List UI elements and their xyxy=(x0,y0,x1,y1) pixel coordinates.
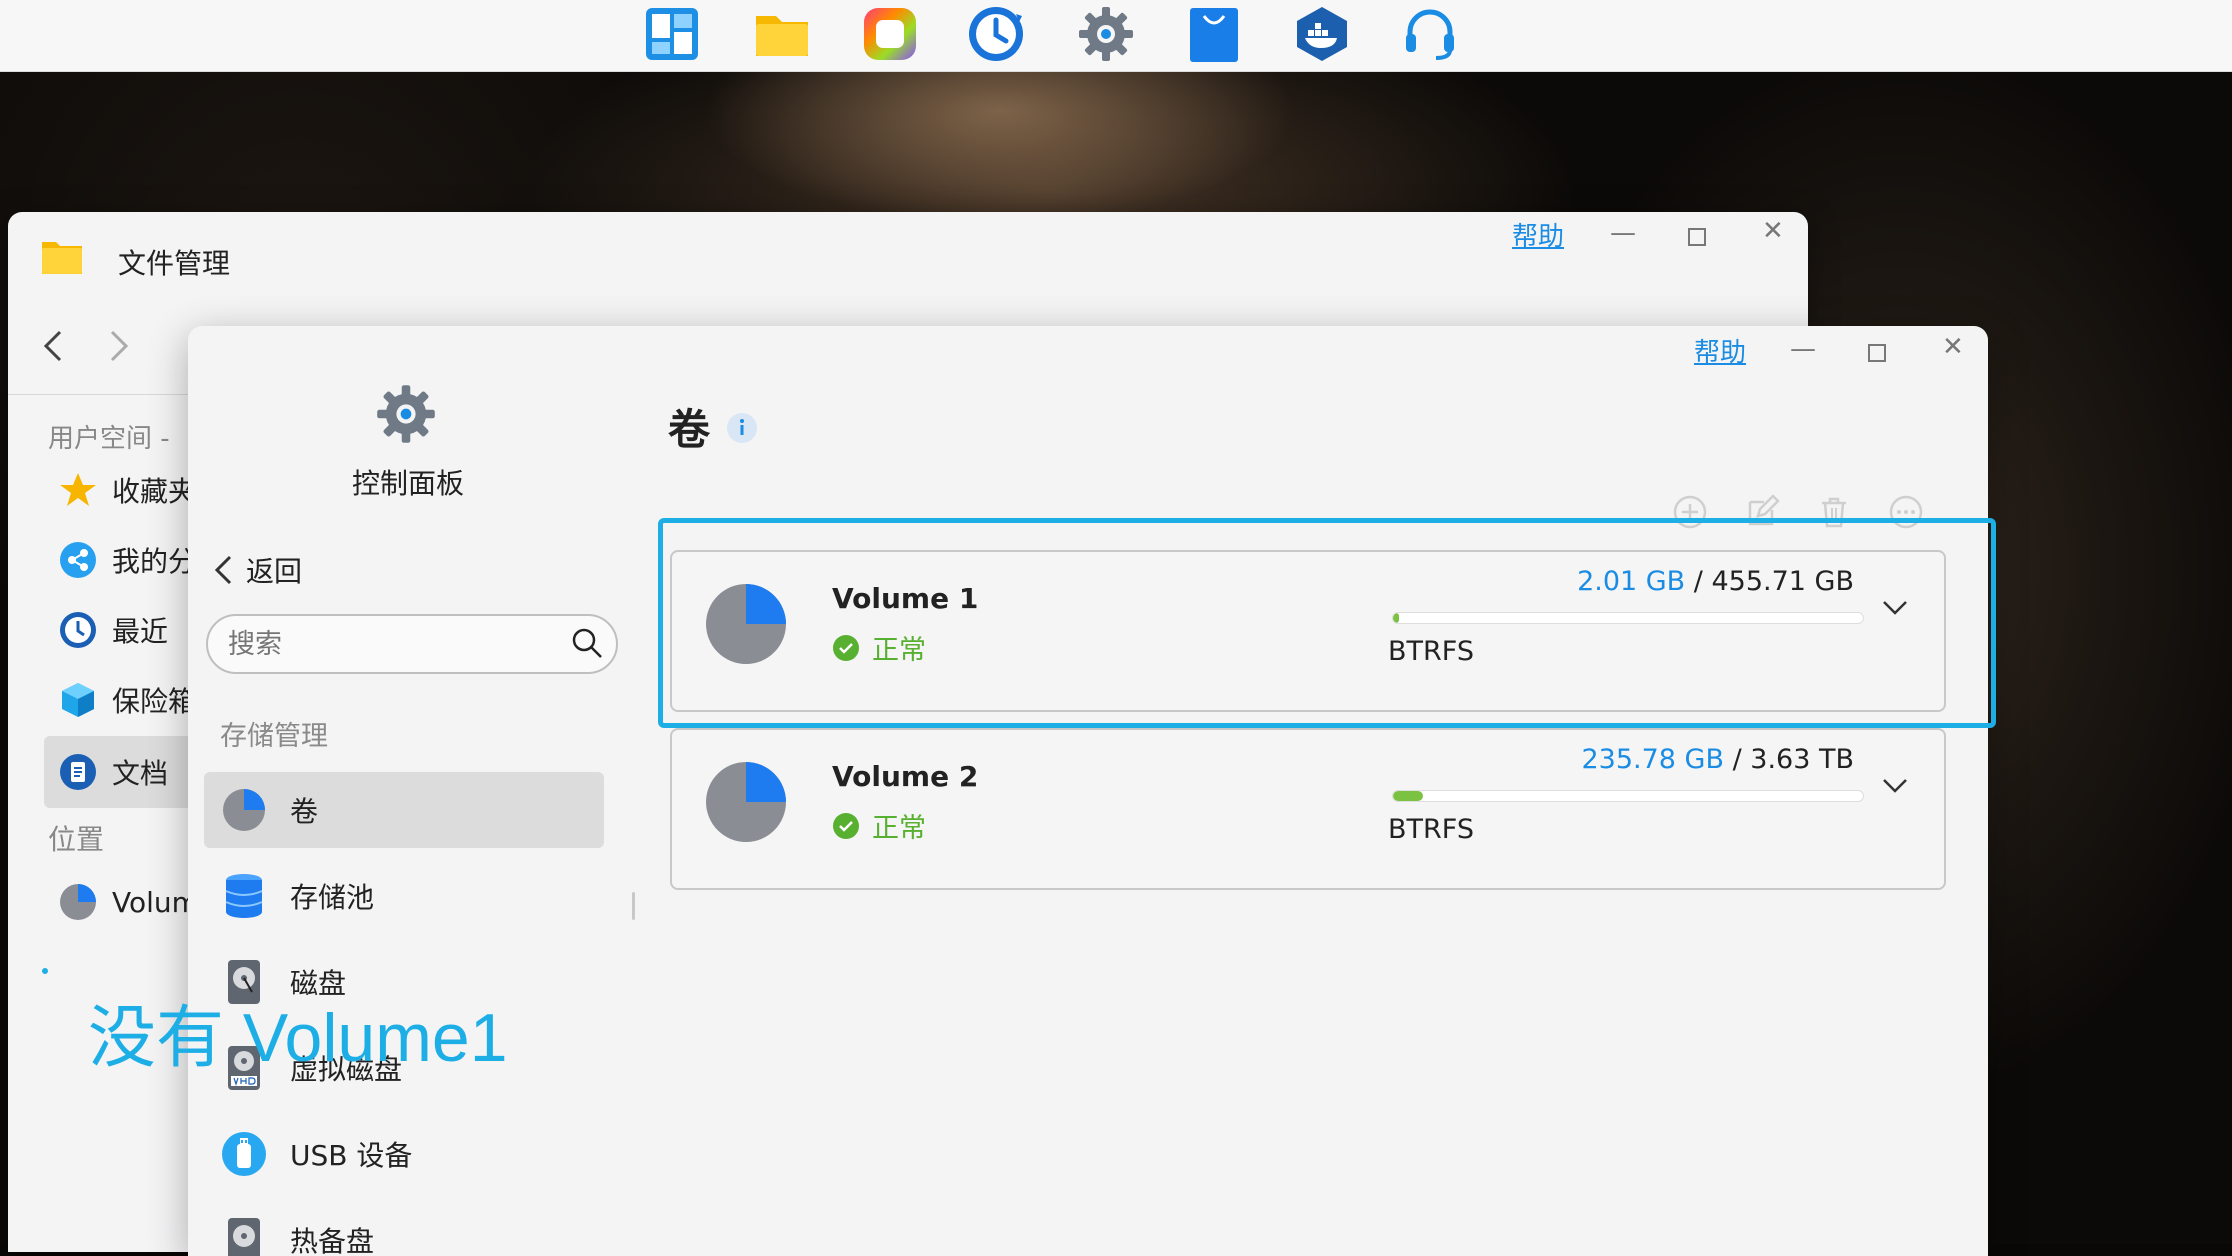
app-store-bag-icon[interactable] xyxy=(1184,4,1244,64)
sidebar-item-usb[interactable]: USB 设备 xyxy=(204,1116,604,1192)
app-center-icon[interactable] xyxy=(642,4,702,64)
control-panel-title: 控制面板 xyxy=(352,467,465,500)
help-link[interactable]: 帮助 xyxy=(1512,216,1564,253)
section-location: 位置 xyxy=(48,823,105,856)
control-panel-gear-icon xyxy=(374,382,438,446)
used-value: 235.78 GB xyxy=(1581,744,1725,775)
top-dock xyxy=(0,0,2232,72)
help-link[interactable]: 帮助 xyxy=(1694,332,1746,369)
highlight-box xyxy=(658,518,1996,728)
nav-label: 保险箱 xyxy=(112,685,197,718)
back-label: 返回 xyxy=(246,555,303,588)
nav-item-safe-box[interactable]: 保险箱 xyxy=(58,672,196,728)
sidebar-label: 热备盘 xyxy=(290,1225,375,1256)
nav-item-my-shares[interactable]: 我的分 xyxy=(58,532,196,588)
window-title: 文件管理 xyxy=(118,247,231,280)
status-label: 正常 xyxy=(872,813,926,844)
sidebar-label: 存储池 xyxy=(290,881,375,914)
close-button[interactable]: ✕ xyxy=(1942,332,1964,362)
volume-pie-icon xyxy=(706,762,786,842)
sidebar-item-volume[interactable]: 卷 xyxy=(204,772,604,848)
sidebar-item-storage-pool[interactable]: 存储池 xyxy=(204,858,604,934)
search-icon[interactable] xyxy=(570,626,604,660)
sidebar-label: 卷 xyxy=(290,795,319,828)
cube-icon xyxy=(62,683,94,717)
usb-drive-icon xyxy=(222,1132,266,1176)
maximize-button[interactable] xyxy=(1688,228,1706,246)
usage-separator: / xyxy=(1724,744,1751,775)
filesystem-label: BTRFS xyxy=(1388,814,1474,845)
clock-icon xyxy=(60,612,96,648)
photos-icon[interactable] xyxy=(860,4,920,64)
minimize-button[interactable]: — xyxy=(1790,334,1816,364)
sidebar-label: USB 设备 xyxy=(290,1139,413,1172)
document-icon xyxy=(60,754,96,790)
volume-usage: 235.78 GB / 3.63 TB xyxy=(1582,744,1855,775)
forward-arrow-icon[interactable] xyxy=(108,328,132,364)
search-box xyxy=(206,614,618,674)
nav-item-documents[interactable]: 文档 xyxy=(58,744,168,800)
search-input[interactable] xyxy=(226,624,550,664)
nav-label: 最近 xyxy=(112,615,169,648)
sidebar-item-hot-spare[interactable]: 热备盘 xyxy=(204,1202,604,1256)
usage-bar-fill xyxy=(1393,791,1423,801)
info-icon[interactable] xyxy=(726,412,758,444)
nav-label: 我的分 xyxy=(112,545,197,578)
support-headset-icon[interactable] xyxy=(1400,4,1460,64)
check-circle-icon xyxy=(833,812,859,839)
volume-pie-icon xyxy=(60,884,96,920)
page-title: 卷 xyxy=(668,405,711,454)
database-icon xyxy=(225,874,263,918)
chevron-down-icon[interactable] xyxy=(1880,770,1910,800)
volume-pie-icon xyxy=(223,789,265,831)
nav-label: 文档 xyxy=(112,757,169,790)
backup-clock-icon[interactable] xyxy=(966,4,1026,64)
section-user-space: 用户空间 - xyxy=(48,424,170,454)
minimize-button[interactable]: — xyxy=(1610,218,1636,248)
nav-item-recent[interactable]: 最近 xyxy=(58,602,168,658)
hot-spare-disk-icon xyxy=(228,1218,260,1256)
volume-name: Volume 2 xyxy=(832,760,979,793)
nav-item-volume[interactable]: Volum xyxy=(58,874,199,930)
section-storage: 存储管理 xyxy=(220,721,328,752)
volume-card-2[interactable]: Volume 2 正常 235.78 GB / 3.63 TB BTRFS xyxy=(670,728,1946,890)
close-button[interactable]: ✕ xyxy=(1762,216,1784,246)
share-icon xyxy=(60,542,96,578)
chevron-left-icon xyxy=(214,555,232,585)
volume-status: 正常 xyxy=(832,806,926,845)
total-value: 3.63 TB xyxy=(1750,744,1854,775)
annotation-text: 没有 Volume1 xyxy=(88,1000,508,1076)
annotation-dot xyxy=(42,968,48,974)
control-panel-window: 帮助 — ✕ 控制面板 返回 搜索 存储管理 卷 存储池 磁盘 虚拟磁盘 USB… xyxy=(188,326,1988,1256)
folder-icon xyxy=(40,238,84,278)
usage-bar xyxy=(1392,790,1864,802)
star-icon xyxy=(60,473,96,506)
maximize-button[interactable] xyxy=(1868,344,1886,362)
sidebar-resize-handle[interactable] xyxy=(632,892,635,920)
docker-icon[interactable] xyxy=(1292,4,1352,64)
back-button[interactable]: 返回 xyxy=(212,550,302,590)
nav-label: Volum xyxy=(112,885,199,919)
nav-item-favorites[interactable]: 收藏夹 xyxy=(58,462,196,518)
settings-gear-icon[interactable] xyxy=(1076,4,1136,64)
nav-label: 收藏夹 xyxy=(112,475,197,508)
file-manager-icon[interactable] xyxy=(752,4,812,64)
back-arrow-icon[interactable] xyxy=(40,328,64,364)
